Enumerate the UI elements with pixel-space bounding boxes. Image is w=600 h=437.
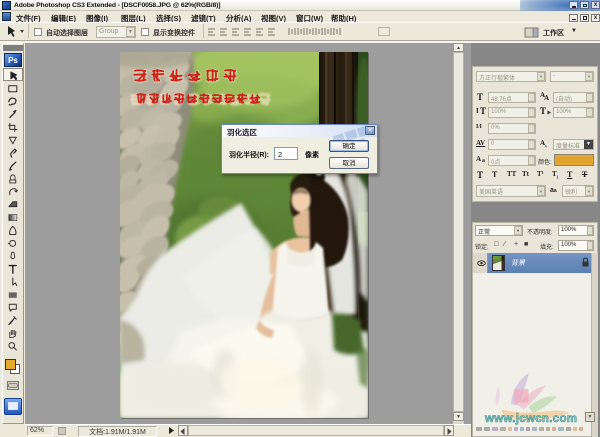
svg-text:www.jcwcn.com: www.jcwcn.com xyxy=(484,413,577,425)
